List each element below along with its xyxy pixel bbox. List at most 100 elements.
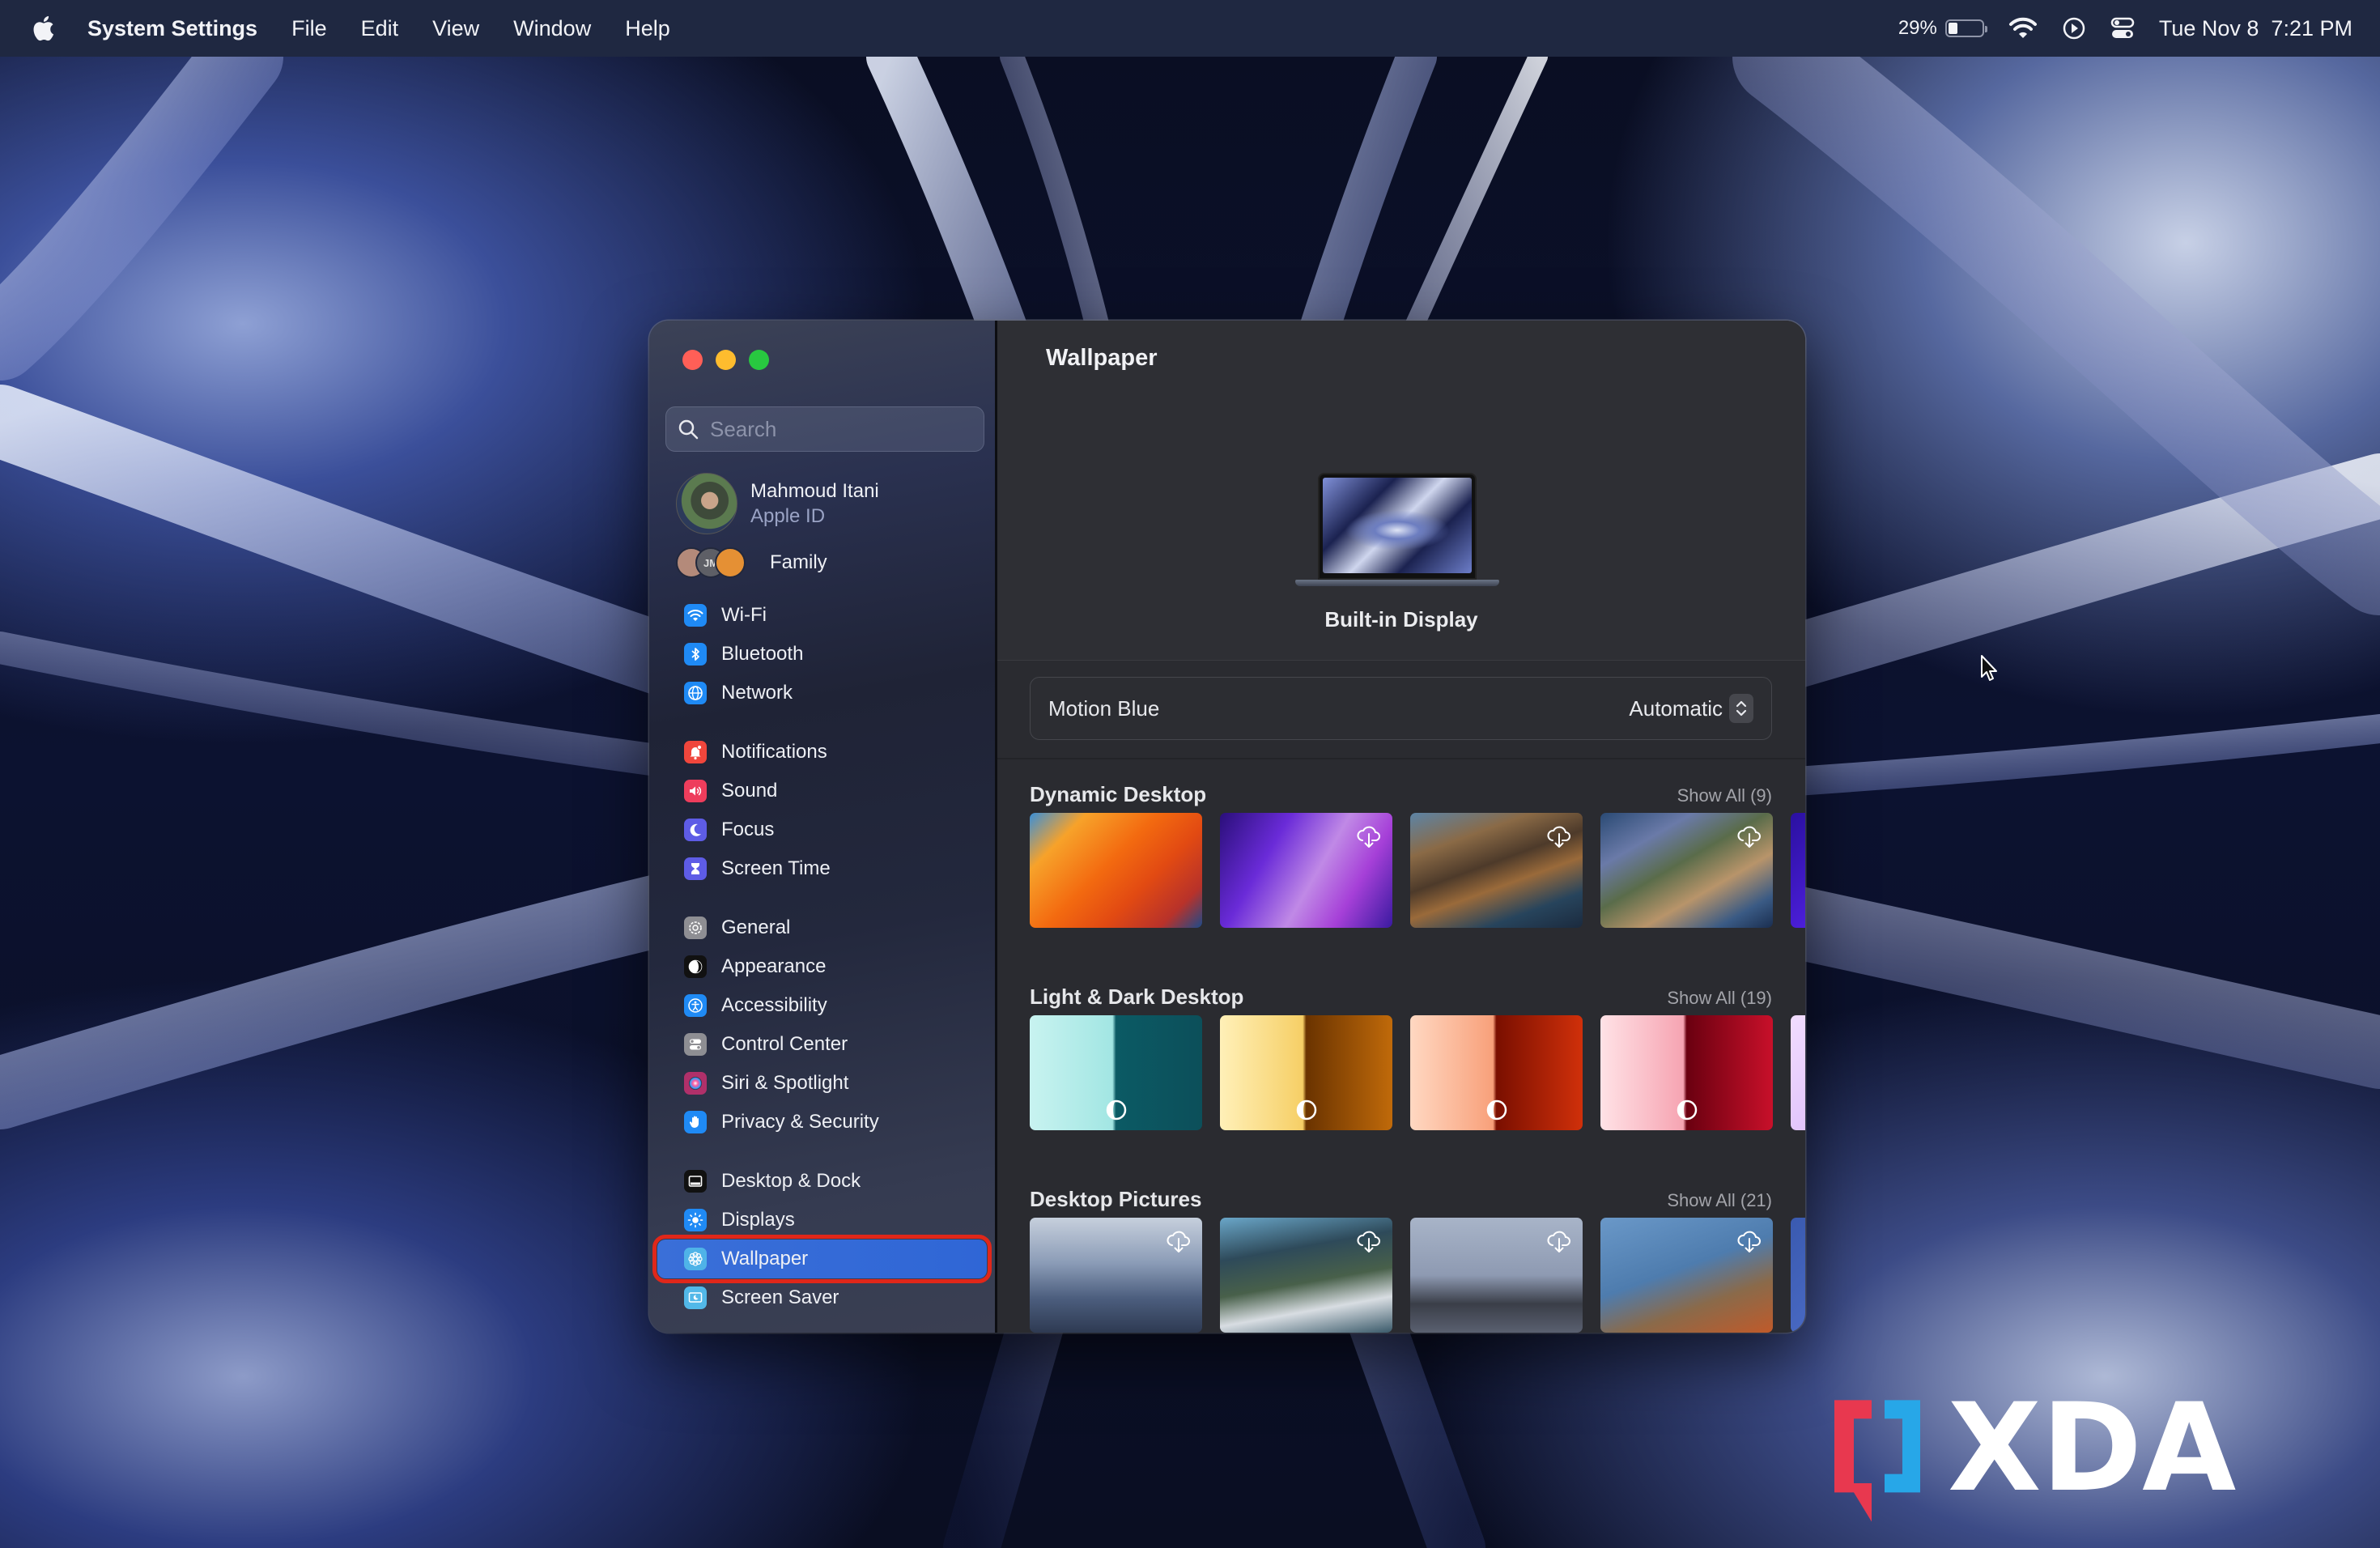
cloud-download-icon — [1547, 1231, 1570, 1252]
menu-file[interactable]: File — [291, 16, 327, 41]
wallpaper-thumbnail[interactable] — [1791, 813, 1805, 928]
display-header: Wallpaper Built-in Display — [997, 321, 1805, 661]
sidebar-item-label: Wallpaper — [721, 1248, 809, 1269]
profile-name: Mahmoud Itani — [750, 479, 879, 502]
sidebar-item-control-center[interactable]: Control Center — [657, 1025, 987, 1064]
wallpaper-thumbnail[interactable] — [1410, 813, 1583, 928]
zoom-button[interactable] — [749, 350, 769, 370]
sidebar-item-general[interactable]: General — [657, 908, 987, 947]
section-title: Dynamic Desktop — [1030, 782, 1207, 806]
system-settings-window: Mahmoud Itani Apple ID JM Family Wi-Fi Bl… — [649, 321, 1805, 1333]
show-all-button[interactable]: Show All (19) — [1667, 988, 1772, 1009]
sidebar-item-network[interactable]: Network — [657, 674, 987, 712]
sidebar-item-privacy-security[interactable]: Privacy & Security — [657, 1103, 987, 1142]
family-label: Family — [770, 551, 827, 573]
search-icon — [678, 419, 699, 440]
appearance-icon — [684, 955, 707, 978]
sidebar-item-label: Screen Saver — [721, 1286, 839, 1308]
sidebar-item-screen-time[interactable]: Screen Time — [657, 849, 987, 888]
sidebar: Mahmoud Itani Apple ID JM Family Wi-Fi Bl… — [649, 321, 997, 1333]
battery-percent: 29% — [1898, 17, 1937, 39]
sidebar-item-focus[interactable]: Focus — [657, 810, 987, 849]
light-dark-icon — [1677, 1099, 1697, 1121]
show-all-button[interactable]: Show All (21) — [1667, 1190, 1772, 1211]
menu-help[interactable]: Help — [625, 16, 670, 41]
section-desktop-pictures: Desktop Pictures Show All (21) — [1030, 1187, 1805, 1333]
laptop-preview[interactable] — [1295, 473, 1499, 586]
wallpaper-thumbnail[interactable] — [1410, 1218, 1583, 1333]
sidebar-item-label: Privacy & Security — [721, 1111, 879, 1133]
apple-id-profile[interactable]: Mahmoud Itani Apple ID — [676, 473, 879, 534]
sidebar-item-siri-spotlight[interactable]: Siri & Spotlight — [657, 1064, 987, 1103]
wallpaper-thumbnail[interactable] — [1600, 1015, 1773, 1130]
wallpaper-thumbnail[interactable] — [1030, 813, 1202, 928]
search-field[interactable] — [665, 406, 984, 452]
sidebar-item-label: Displays — [721, 1209, 795, 1231]
wifi-icon — [684, 604, 707, 627]
wallpaper-thumbnail[interactable] — [1410, 1015, 1583, 1130]
sidebar-item-bluetooth[interactable]: Bluetooth — [657, 635, 987, 674]
wallpaper-thumbnails — [1030, 1015, 1805, 1130]
toggles-icon — [684, 1033, 707, 1056]
battery-icon[interactable] — [1944, 19, 1987, 37]
bluetooth-icon — [684, 643, 707, 666]
now-playing-icon[interactable] — [2062, 16, 2086, 40]
sidebar-item-label: Appearance — [721, 955, 827, 977]
menu-app-name[interactable]: System Settings — [87, 16, 257, 41]
wallpaper-thumbnail[interactable] — [1220, 1015, 1392, 1130]
window-controls — [682, 350, 769, 370]
sidebar-item-wallpaper[interactable]: Wallpaper — [652, 1235, 992, 1283]
sun-icon — [684, 1209, 707, 1231]
wallpaper-thumbnail[interactable] — [1791, 1015, 1805, 1130]
light-dark-icon — [1486, 1099, 1507, 1121]
wifi-icon[interactable] — [2008, 17, 2038, 40]
wallpaper-thumbnail[interactable] — [1600, 1218, 1773, 1333]
wallpaper-thumbnail[interactable] — [1220, 813, 1392, 928]
divider — [997, 758, 1805, 759]
wallpaper-thumbnail[interactable] — [1791, 1218, 1805, 1333]
sidebar-item-wi-fi[interactable]: Wi-Fi — [657, 596, 987, 635]
close-button[interactable] — [682, 350, 703, 370]
sidebar-item-appearance[interactable]: Appearance — [657, 947, 987, 986]
xda-watermark: XDA — [1828, 1378, 2310, 1527]
hand-icon — [684, 1111, 707, 1133]
family-item[interactable]: JM Family — [676, 547, 827, 578]
menu-clock[interactable]: Tue Nov 8 7:21 PM — [2159, 16, 2352, 41]
sidebar-item-label: Notifications — [721, 741, 827, 763]
sidebar-item-label: Focus — [721, 819, 775, 840]
section-dynamic-desktop: Dynamic Desktop Show All (9) — [1030, 782, 1805, 928]
sidebar-item-label: Sound — [721, 780, 778, 802]
menu-view[interactable]: View — [432, 16, 479, 41]
sidebar-item-notifications[interactable]: Notifications — [657, 733, 987, 772]
search-input[interactable] — [710, 416, 969, 442]
menu-window[interactable]: Window — [513, 16, 591, 41]
cloud-download-icon — [1357, 1231, 1380, 1252]
section-title: Desktop Pictures — [1030, 1187, 1202, 1211]
wallpaper-thumbnail[interactable] — [1030, 1015, 1202, 1130]
current-wallpaper-row: Motion Blue Automatic — [1030, 677, 1772, 740]
sidebar-item-accessibility[interactable]: Accessibility — [657, 986, 987, 1025]
sidebar-item-label: Desktop & Dock — [721, 1170, 861, 1192]
sidebar-nav: Wi-Fi Bluetooth Network Notifications Sound F… — [649, 596, 995, 1333]
sidebar-group: Notifications Sound Focus Screen Time — [649, 733, 995, 888]
sidebar-item-desktop-dock[interactable]: Desktop & Dock — [657, 1162, 987, 1201]
wallpaper-thumbnail[interactable] — [1030, 1218, 1202, 1333]
menu-edit[interactable]: Edit — [361, 16, 399, 41]
wallpaper-thumbnail[interactable] — [1600, 813, 1773, 928]
sidebar-item-label: Network — [721, 682, 793, 704]
sidebar-item-sound[interactable]: Sound — [657, 772, 987, 810]
sidebar-item-displays[interactable]: Displays — [657, 1201, 987, 1240]
control-center-icon[interactable] — [2110, 16, 2135, 40]
profile-subtitle: Apple ID — [750, 504, 826, 527]
gear-icon — [684, 916, 707, 939]
show-all-button[interactable]: Show All (9) — [1677, 785, 1772, 806]
minimize-button[interactable] — [716, 350, 736, 370]
sidebar-item-screen-saver[interactable]: Screen Saver — [657, 1278, 987, 1317]
cloud-download-icon — [1547, 826, 1570, 848]
page-title: Wallpaper — [1046, 345, 1158, 371]
appearance-mode-select[interactable]: Automatic — [1629, 694, 1753, 723]
accessibility-icon — [684, 994, 707, 1017]
wallpaper-thumbnail[interactable] — [1220, 1218, 1392, 1333]
moon-icon — [684, 819, 707, 841]
apple-logo-icon[interactable] — [31, 15, 55, 42]
